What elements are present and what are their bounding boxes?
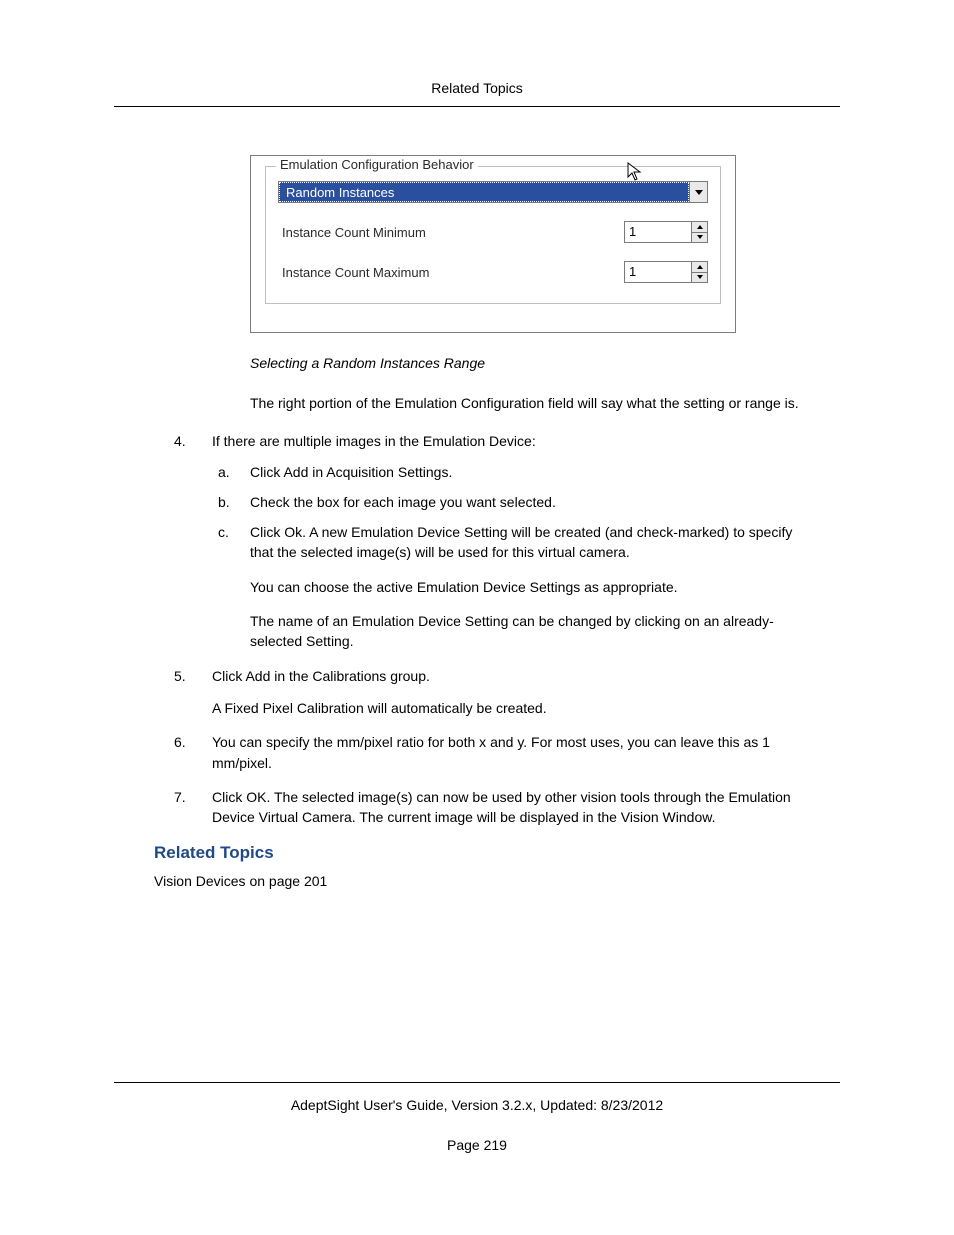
list-item-7: 7. Click OK. The selected image(s) can n…	[154, 787, 804, 828]
sub-number: a.	[218, 462, 230, 482]
emulation-config-fieldset: Emulation Configuration Behavior Random …	[265, 166, 721, 304]
triangle-down-icon	[697, 275, 703, 279]
header-rule	[114, 106, 840, 107]
list-text: If there are multiple images in the Emul…	[212, 433, 536, 449]
combobox-dropdown-button[interactable]	[689, 182, 707, 202]
triangle-down-icon	[697, 235, 703, 239]
sub-item-a: a. Click Add in Acquisition Settings.	[212, 462, 804, 482]
sub-number: b.	[218, 492, 230, 512]
sub-list: a. Click Add in Acquisition Settings. b.…	[212, 462, 804, 652]
list-item-6: 6. You can specify the mm/pixel ratio fo…	[154, 732, 804, 773]
sub-paragraph: A Fixed Pixel Calibration will automatic…	[212, 698, 804, 718]
instance-max-label: Instance Count Maximum	[282, 265, 429, 280]
chevron-down-icon	[695, 190, 703, 195]
instance-min-row: Instance Count Minimum 1	[278, 221, 708, 243]
instance-min-label: Instance Count Minimum	[282, 225, 426, 240]
spinner-down-button[interactable]	[692, 233, 707, 243]
list-item-5: 5. Click Add in the Calibrations group. …	[154, 666, 804, 719]
spinner-down-button[interactable]	[692, 273, 707, 283]
instance-max-row: Instance Count Maximum 1	[278, 261, 708, 283]
instance-max-value[interactable]: 1	[625, 262, 691, 282]
footer-page-number: Page 219	[114, 1137, 840, 1153]
footer-rule	[114, 1082, 840, 1083]
list-number: 6.	[174, 732, 186, 752]
sub-paragraph: You can choose the active Emulation Devi…	[250, 577, 804, 597]
figure-caption: Selecting a Random Instances Range	[250, 355, 804, 371]
list-text: You can specify the mm/pixel ratio for b…	[212, 734, 770, 770]
triangle-up-icon	[697, 225, 703, 229]
sub-number: c.	[218, 522, 229, 542]
related-link[interactable]: Vision Devices on page 201	[154, 873, 804, 889]
spinner-up-button[interactable]	[692, 262, 707, 273]
spinner-buttons	[691, 222, 707, 242]
sub-text: Click Add in Acquisition Settings.	[250, 464, 452, 480]
related-topics-heading: Related Topics	[154, 843, 804, 863]
page-header-title: Related Topics	[114, 80, 840, 96]
sub-text: Click Ok. A new Emulation Device Setting…	[250, 524, 792, 560]
list-number: 4.	[174, 431, 186, 451]
spinner-buttons	[691, 262, 707, 282]
list-text: Click OK. The selected image(s) can now …	[212, 789, 791, 825]
content-area: Emulation Configuration Behavior Random …	[114, 155, 840, 889]
instance-min-value[interactable]: 1	[625, 222, 691, 242]
cursor-icon	[626, 161, 644, 188]
spinner-up-button[interactable]	[692, 222, 707, 233]
instance-min-spinner[interactable]: 1	[624, 221, 708, 243]
list-number: 5.	[174, 666, 186, 686]
sub-item-b: b. Check the box for each image you want…	[212, 492, 804, 512]
triangle-up-icon	[697, 265, 703, 269]
sub-text: Check the box for each image you want se…	[250, 494, 556, 510]
paragraph: The right portion of the Emulation Confi…	[250, 393, 804, 413]
sub-paragraph: The name of an Emulation Device Setting …	[250, 611, 804, 652]
instance-max-spinner[interactable]: 1	[624, 261, 708, 283]
fieldset-legend: Emulation Configuration Behavior	[276, 157, 478, 172]
sub-item-c: c. Click Ok. A new Emulation Device Sett…	[212, 522, 804, 651]
footer-line-1: AdeptSight User's Guide, Version 3.2.x, …	[114, 1097, 840, 1113]
page: Related Topics Emulation Configuration B…	[0, 0, 954, 1235]
list-text: Click Add in the Calibrations group.	[212, 668, 430, 684]
page-footer: AdeptSight User's Guide, Version 3.2.x, …	[114, 1082, 840, 1177]
ordered-list: 4. If there are multiple images in the E…	[154, 431, 804, 827]
embedded-screenshot: Emulation Configuration Behavior Random …	[250, 155, 736, 333]
list-number: 7.	[174, 787, 186, 807]
list-item-4: 4. If there are multiple images in the E…	[154, 431, 804, 651]
